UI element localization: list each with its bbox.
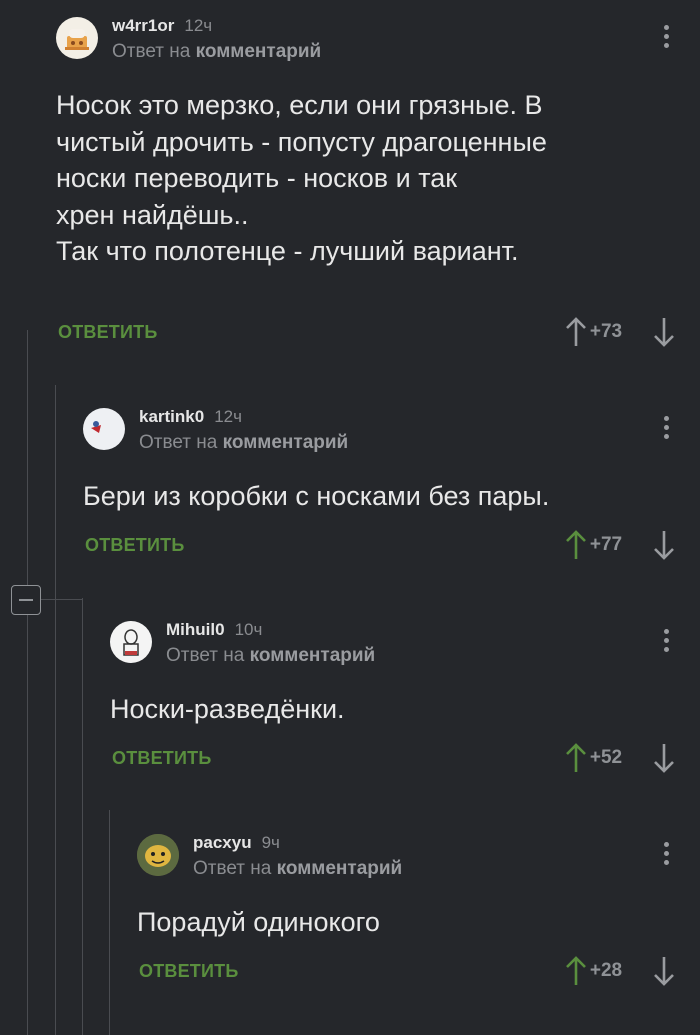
comment-text: Бери из коробки с носками без пары. [83, 481, 550, 511]
reply-to-line: Ответ на комментарий [139, 432, 349, 453]
comment: w4rr1or 12ч Ответ на комментарий Носок эт… [56, 16, 700, 357]
comment-text: Носок это мерзко, если они грязные. В чи… [56, 90, 547, 266]
comment-text: Носки-разведёнки. [110, 694, 345, 724]
comment-time[interactable]: 10ч [235, 620, 263, 639]
more-options-icon[interactable] [664, 842, 670, 869]
vote-controls: +52 [564, 742, 676, 776]
reply-to-line: Ответ на комментарий [112, 41, 322, 62]
vote-controls: +73 [564, 316, 676, 350]
reply-to-line: Ответ на комментарий [193, 858, 403, 879]
comment: kartink0 12ч Ответ на комментарий Бери из… [83, 407, 700, 568]
reply-to-link[interactable]: комментарий [223, 432, 349, 453]
comment-score: +52 [589, 747, 623, 768]
comment: pacxyu 9ч Ответ на комментарий Порадуй од… [137, 833, 700, 994]
comment-username[interactable]: w4rr1or 12ч [112, 16, 212, 36]
comment-username[interactable]: pacxyu 9ч [193, 833, 280, 853]
thread-line-level-3 [109, 810, 110, 1035]
comment-score: +28 [589, 960, 623, 981]
more-options-icon[interactable] [664, 25, 670, 52]
avatar-image [137, 834, 179, 876]
thread-line-level-2 [82, 598, 83, 1035]
comment-text: Порадуй одинокого [137, 907, 380, 937]
thread-line-level-1 [55, 385, 56, 1035]
reply-to-link[interactable]: комментарий [250, 645, 376, 666]
vote-controls: +77 [564, 529, 676, 563]
reply-button[interactable]: ОТВЕТИТЬ [85, 535, 184, 556]
avatar-image [65, 29, 89, 50]
reply-button[interactable]: ОТВЕТИТЬ [58, 322, 157, 343]
reply-to-line: Ответ на комментарий [166, 645, 376, 666]
avatar[interactable] [137, 834, 179, 876]
downvote-icon[interactable] [652, 529, 676, 561]
more-options-icon[interactable] [664, 416, 670, 443]
comment: Mihuil0 10ч Ответ на комментарий Носки-ра… [110, 620, 700, 781]
downvote-icon[interactable] [652, 742, 676, 774]
comment-time[interactable]: 9ч [262, 833, 280, 852]
downvote-icon[interactable] [652, 316, 676, 348]
avatar-image [91, 421, 101, 433]
collapse-thread-button[interactable] [11, 585, 41, 615]
avatar[interactable] [83, 408, 125, 450]
thread-line-level-0 [27, 330, 28, 1035]
comment-time[interactable]: 12ч [184, 16, 212, 35]
avatar[interactable] [110, 621, 152, 663]
more-options-icon[interactable] [664, 629, 670, 656]
avatar[interactable] [56, 17, 98, 59]
comment-username[interactable]: Mihuil0 10ч [166, 620, 262, 640]
reply-to-link[interactable]: комментарий [196, 41, 322, 62]
vote-controls: +28 [564, 955, 676, 989]
avatar-image [123, 629, 139, 656]
reply-button[interactable]: ОТВЕТИТЬ [139, 961, 238, 982]
downvote-icon[interactable] [652, 955, 676, 987]
thread-connector [41, 599, 82, 600]
reply-button[interactable]: ОТВЕТИТЬ [112, 748, 211, 769]
reply-to-link[interactable]: комментарий [277, 858, 403, 879]
comment-score: +73 [589, 321, 623, 342]
comment-time[interactable]: 12ч [214, 407, 242, 426]
comment-score: +77 [589, 534, 623, 555]
comment-username[interactable]: kartink0 12ч [139, 407, 242, 427]
